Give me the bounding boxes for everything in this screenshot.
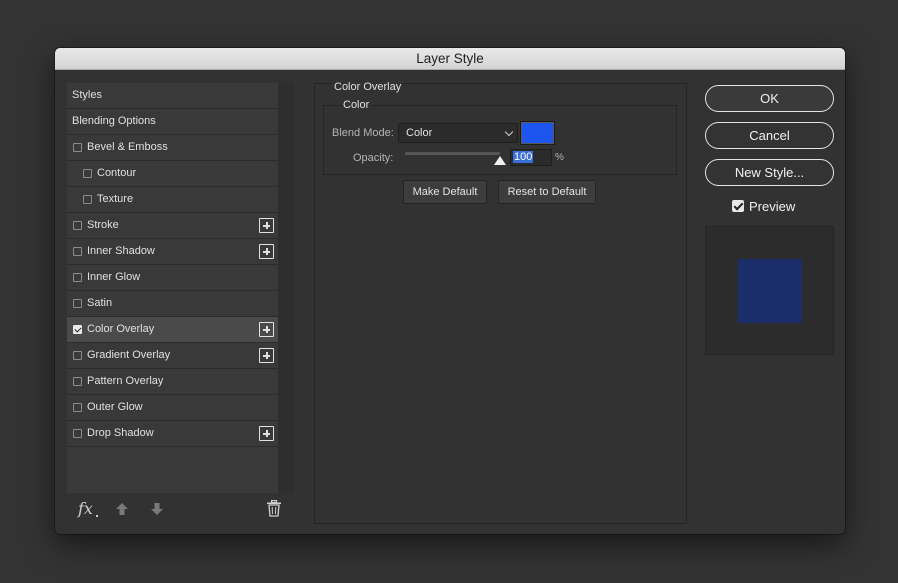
style-checkbox[interactable] — [73, 221, 82, 230]
blend-mode-value: Color — [406, 127, 433, 139]
style-checkbox[interactable] — [73, 325, 82, 334]
style-item-inner-glow[interactable]: Inner Glow — [67, 265, 278, 291]
preview-checkbox[interactable] — [732, 200, 744, 212]
preview-thumbnail — [705, 226, 834, 355]
move-up-icon[interactable] — [114, 501, 130, 517]
styles-list-footer: fx — [67, 493, 294, 523]
style-item-label: Drop Shadow — [87, 427, 154, 439]
style-checkbox[interactable] — [73, 247, 82, 256]
style-item-gradient-overlay[interactable]: Gradient Overlay — [67, 343, 278, 369]
add-effect-icon[interactable] — [259, 426, 274, 441]
cancel-button[interactable]: Cancel — [705, 122, 834, 149]
chevron-down-icon — [504, 127, 514, 137]
style-item-texture[interactable]: Texture — [67, 187, 278, 213]
style-item-label: Bevel & Emboss — [87, 141, 168, 153]
opacity-unit: % — [555, 152, 564, 163]
style-item-label: Texture — [97, 193, 134, 205]
style-item-inner-shadow[interactable]: Inner Shadow — [67, 239, 278, 265]
opacity-input[interactable]: 100 — [510, 149, 552, 166]
style-checkbox[interactable] — [73, 299, 82, 308]
style-item-label: Color Overlay — [87, 323, 155, 335]
ok-button[interactable]: OK — [705, 85, 834, 112]
style-checkbox[interactable] — [73, 403, 82, 412]
opacity-value: 100 — [513, 151, 534, 163]
style-item-contour[interactable]: Contour — [67, 161, 278, 187]
style-checkbox[interactable] — [73, 429, 82, 438]
layer-style-dialog: Layer Style Styles Blending Options Bevel … — [55, 48, 845, 534]
style-item-label: Inner Shadow — [87, 245, 155, 257]
style-checkbox[interactable] — [73, 377, 82, 386]
opacity-slider-thumb[interactable] — [494, 156, 506, 165]
preview-label: Preview — [749, 199, 796, 214]
style-checkbox[interactable] — [73, 273, 82, 282]
styles-list: Styles Blending Options Bevel & Emboss Cont… — [67, 83, 278, 493]
style-item-label: Stroke — [87, 219, 119, 231]
add-effect-icon[interactable] — [259, 244, 274, 259]
style-checkbox[interactable] — [73, 143, 82, 152]
blend-mode-label: Blend Mode: — [332, 127, 394, 139]
fx-icon[interactable]: fx — [78, 499, 93, 518]
styles-list-scrollbar[interactable] — [278, 83, 294, 493]
preview-swatch — [738, 259, 802, 323]
style-item-stroke[interactable]: Stroke — [67, 213, 278, 239]
style-item-label: Satin — [87, 297, 113, 309]
style-item-label: Blending Options — [72, 115, 156, 127]
move-down-icon[interactable] — [149, 501, 165, 517]
style-item-label: Contour — [97, 167, 137, 179]
style-item-styles[interactable]: Styles — [67, 83, 278, 109]
add-effect-icon[interactable] — [259, 322, 274, 337]
style-item-label: Outer Glow — [87, 401, 143, 413]
trash-icon[interactable] — [266, 500, 282, 517]
opacity-slider-track[interactable] — [405, 152, 500, 155]
style-item-pattern-overlay[interactable]: Pattern Overlay — [67, 369, 278, 395]
style-item-drop-shadow[interactable]: Drop Shadow — [67, 421, 278, 447]
group-title: Color — [341, 99, 372, 111]
style-item-satin[interactable]: Satin — [67, 291, 278, 317]
window-title: Layer Style — [55, 48, 845, 70]
new-style-button[interactable]: New Style... — [705, 159, 834, 186]
style-checkbox[interactable] — [73, 351, 82, 360]
make-default-button[interactable]: Make Default — [403, 180, 487, 204]
opacity-label: Opacity: — [353, 152, 394, 164]
add-effect-icon[interactable] — [259, 348, 274, 363]
style-item-label: Styles — [72, 89, 102, 101]
section-title: Color Overlay — [332, 81, 404, 93]
style-item-label: Inner Glow — [87, 271, 141, 283]
style-item-outer-glow[interactable]: Outer Glow — [67, 395, 278, 421]
add-effect-icon[interactable] — [259, 218, 274, 233]
fx-menu-indicator — [96, 515, 98, 517]
color-swatch[interactable] — [520, 121, 555, 145]
style-item-blending-options[interactable]: Blending Options — [67, 109, 278, 135]
style-item-label: Pattern Overlay — [87, 375, 164, 387]
blend-mode-select[interactable]: Color — [398, 123, 518, 143]
style-item-bevel-and-emboss[interactable]: Bevel & Emboss — [67, 135, 278, 161]
reset-to-default-button[interactable]: Reset to Default — [498, 180, 596, 204]
style-checkbox[interactable] — [83, 195, 92, 204]
style-item-color-overlay[interactable]: Color Overlay — [67, 317, 278, 343]
style-checkbox[interactable] — [83, 169, 92, 178]
style-item-label: Gradient Overlay — [87, 349, 171, 361]
